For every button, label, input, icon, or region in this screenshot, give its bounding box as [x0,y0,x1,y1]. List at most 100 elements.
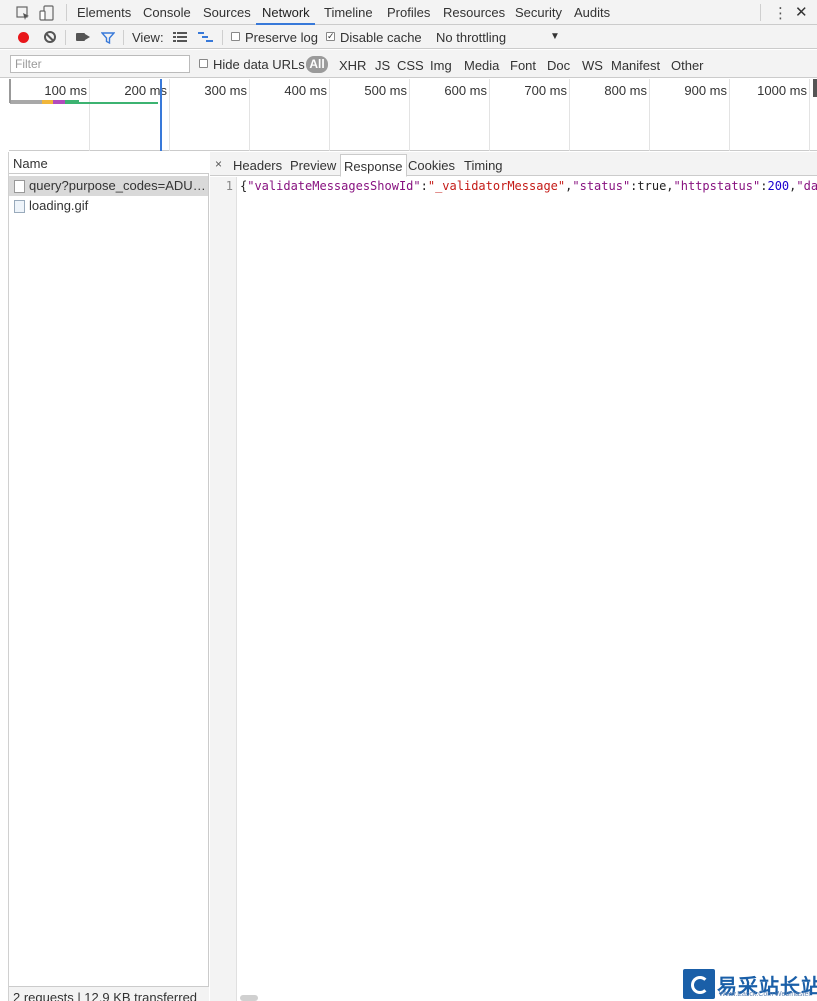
waterfall-view-icon[interactable] [198,31,213,43]
devtools-top-bar: Elements Console Sources Network Timeline Pro… [0,0,817,25]
request-row[interactable]: query?purpose_codes=ADULT&queryDate=2016… [9,176,208,196]
overview-right-handle[interactable] [813,79,817,97]
filter-type-all[interactable]: All [306,56,328,73]
hide-data-urls-checkbox[interactable] [199,59,208,68]
filter-type-font[interactable]: Font [510,58,536,73]
filter-type-media[interactable]: Media [464,58,499,73]
detail-tab-cookies[interactable]: Cookies [408,158,455,173]
timeline-gridline [729,79,730,151]
timeline-tick-label: 700 ms [524,83,567,98]
detail-tabs: × Headers Preview Response Cookies Timing [210,152,817,177]
request-name: loading.gif [29,198,89,213]
clear-icon[interactable] [44,31,56,43]
response-token: "da [796,179,817,193]
network-summary-bar: 2 requests | 12.9 KB transferred [9,986,209,1001]
timeline-gridline [409,79,410,151]
timeline-gridline [809,79,810,151]
overview-left-handle[interactable] [9,79,11,103]
timeline-gridline [569,79,570,151]
watermark-logo-icon [683,969,715,999]
toolbar-divider [65,30,66,45]
name-column-label: Name [13,156,48,171]
tab-resources[interactable]: Resources [443,5,505,20]
device-mode-icon[interactable] [39,5,55,21]
timeline-tick-label: 200 ms [124,83,167,98]
list-view-icon[interactable] [173,31,187,43]
filter-type-js[interactable]: JS [375,58,390,73]
filter-type-css[interactable]: CSS [397,58,424,73]
request-name: query?purpose_codes=ADULT&queryDate=2016… [29,178,207,193]
record-icon[interactable] [18,32,29,43]
filter-type-doc[interactable]: Doc [547,58,570,73]
detail-tab-timing[interactable]: Timing [464,158,503,173]
response-token: :true, [630,179,674,193]
tab-elements[interactable]: Elements [77,5,131,20]
disable-cache-label: Disable cache [340,30,422,45]
response-body[interactable]: {"validateMessagesShowId":"_validatorMes… [240,179,817,193]
more-menu-icon[interactable]: ⋮ [773,4,788,22]
dom-content-loaded-marker [160,79,162,151]
document-file-icon [14,180,25,193]
timeline-gridline [89,79,90,151]
tab-security[interactable]: Security [515,5,562,20]
horizontal-scrollbar[interactable] [240,995,258,1001]
response-token: : [420,179,428,193]
timeline-tick-label: 600 ms [444,83,487,98]
filter-icon[interactable] [101,32,115,44]
timeline-tick-label: 100 ms [44,83,87,98]
preserve-log-checkbox[interactable] [231,32,240,41]
network-summary: 2 requests | 12.9 KB transferred [13,990,198,1001]
tab-console[interactable]: Console [143,5,191,20]
left-gutter [0,152,9,1001]
capture-screenshots-icon[interactable] [76,33,90,41]
filter-type-ws[interactable]: WS [582,58,603,73]
filter-bar: Hide data URLs All XHR JS CSS Img Media Font D… [0,50,817,78]
name-column-header[interactable]: Name [9,152,209,174]
filter-type-xhr[interactable]: XHR [339,58,366,73]
tab-network[interactable]: Network [262,5,310,20]
filter-type-img[interactable]: Img [430,58,452,73]
network-toolbar: View: Preserve log ✓ Disable cache No th… [0,25,817,49]
tab-audits[interactable]: Audits [574,5,610,20]
filter-input[interactable] [10,55,190,73]
line-number: 1 [225,179,233,193]
close-devtools-icon[interactable]: ✕ [795,3,808,21]
detail-tab-preview[interactable]: Preview [290,158,336,173]
watermark: 易采站长站 Www.Easck.Com Webmaster [683,967,817,1001]
timeline-gridline [649,79,650,151]
timeline-gridline [489,79,490,151]
request-row[interactable]: loading.gif [9,196,208,216]
detail-tab-headers[interactable]: Headers [233,158,282,173]
timeline-tick-label: 500 ms [364,83,407,98]
toolbar-divider [222,30,223,45]
filter-type-other[interactable]: Other [671,58,704,73]
request-list: Name query?purpose_codes=ADULT&queryDate… [9,152,209,1001]
timeline-overview[interactable]: 100 ms 200 ms 300 ms 400 ms 500 ms 600 ms 700 … [9,79,817,151]
throttling-select[interactable]: No throttling [436,30,506,45]
close-detail-icon[interactable]: × [215,157,222,171]
response-token: 200 [767,179,790,193]
timeline-bar-dns [42,100,53,104]
dropdown-arrow-icon[interactable]: ▼ [550,31,560,42]
timeline-bar-waiting [65,100,79,104]
disable-cache-checkbox[interactable]: ✓ [326,32,335,41]
detail-tab-response[interactable]: Response [340,154,407,177]
watermark-subtext: Www.Easck.Com Webmaster [719,991,811,998]
tab-sources[interactable]: Sources [203,5,251,20]
response-token: "status" [572,179,631,193]
image-file-icon [14,200,25,213]
toolbar-divider [760,4,761,21]
tab-timeline[interactable]: Timeline [324,5,373,20]
tab-profiles[interactable]: Profiles [387,5,430,20]
toolbar-divider [66,4,67,21]
timeline-tick-label: 400 ms [284,83,327,98]
hide-data-urls-label: Hide data URLs [213,57,305,72]
inspect-element-icon[interactable] [15,5,31,21]
filter-type-manifest[interactable]: Manifest [611,58,660,73]
line-number-gutter: 1 [210,177,237,1001]
timeline-bar-stalled [10,100,42,104]
response-token: "validateMessagesShowId" [247,179,421,193]
timeline-bar-connect [53,100,65,104]
response-token: "httpstatus" [673,179,761,193]
view-label: View: [132,30,164,45]
